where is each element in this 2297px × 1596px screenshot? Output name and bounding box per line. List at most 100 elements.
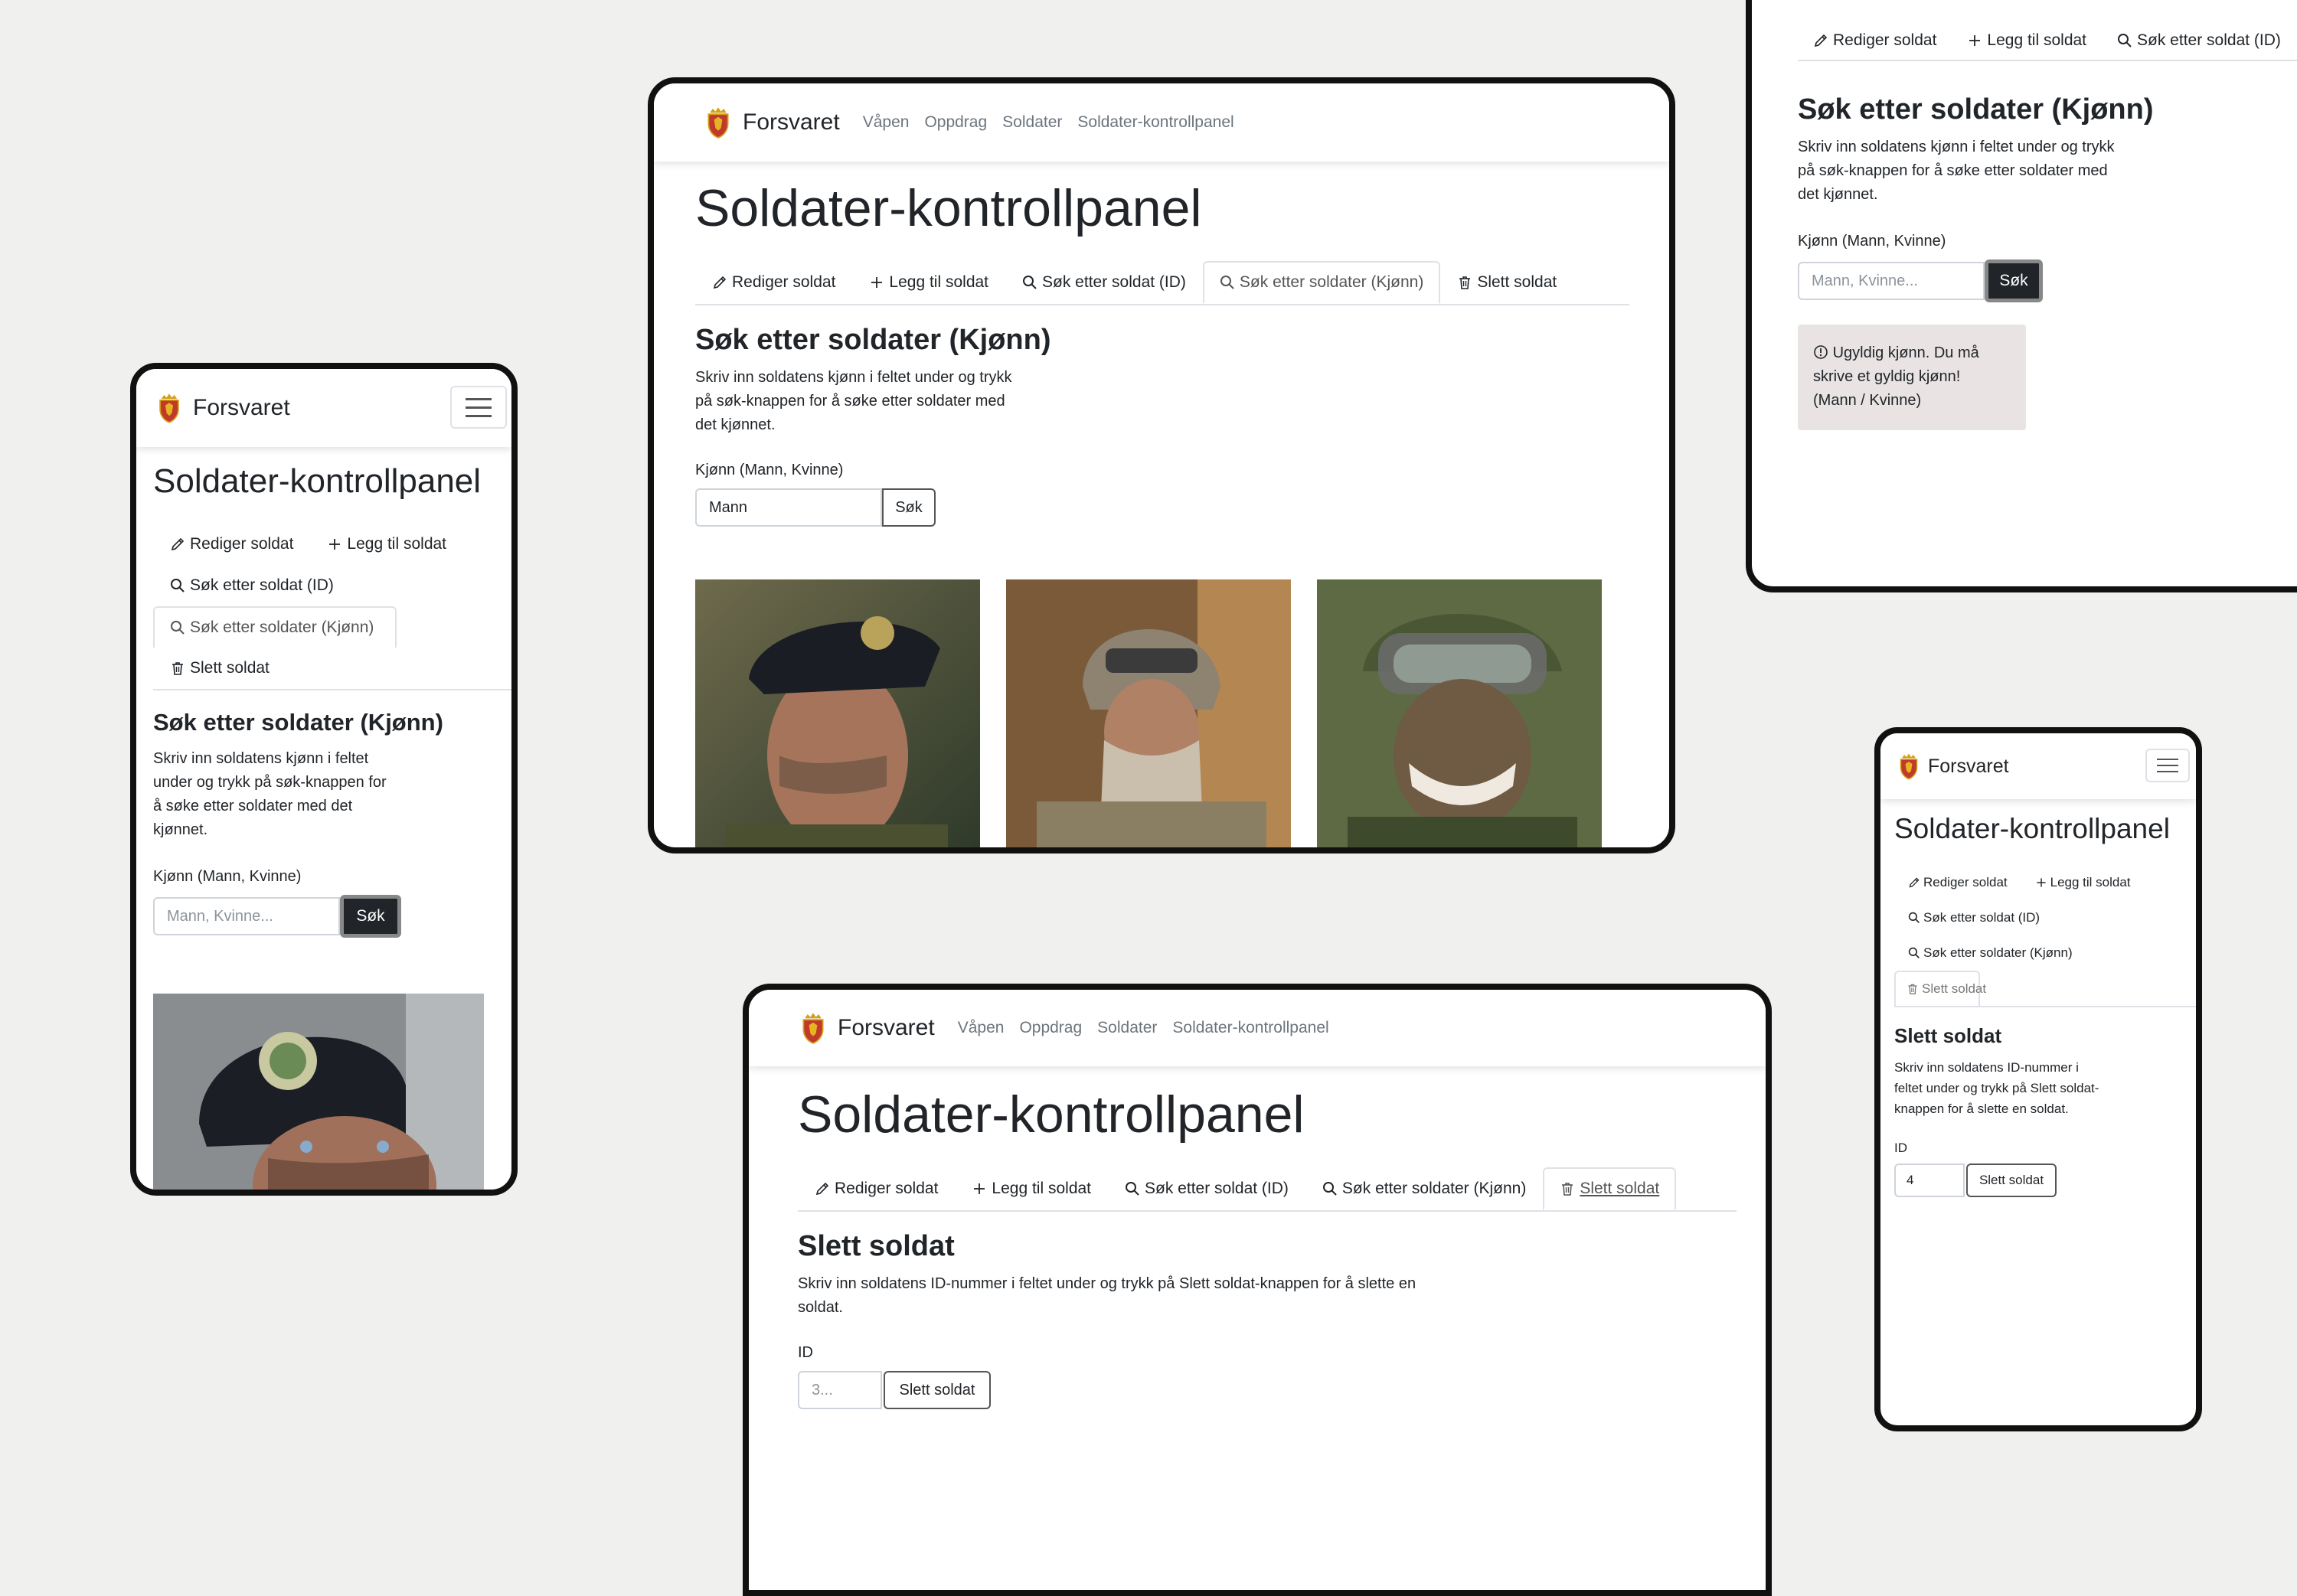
tab-add[interactable]: Legg til soldat: [2021, 865, 2145, 900]
section-heading: Søk etter soldater (Kjønn): [153, 709, 443, 736]
navbar: Forsvaret: [1880, 733, 2196, 799]
tab-search-id[interactable]: Søk etter soldat (ID): [153, 565, 511, 606]
device-frame-desktop-search: Forsvaret Våpen Oppdrag Soldater Soldate…: [648, 77, 1675, 853]
brand-name: Forsvaret: [838, 1015, 935, 1040]
section-heading: Søk etter soldater (Kjønn): [695, 324, 1051, 356]
trash-icon: [1457, 275, 1472, 290]
tab-search-id[interactable]: Søk etter soldat (ID): [1005, 261, 1203, 304]
gender-input[interactable]: Mann: [695, 488, 882, 527]
plus-icon: [2035, 876, 2047, 889]
tab-add[interactable]: Legg til soldat: [852, 261, 1005, 304]
gender-input[interactable]: Mann, Kvinne...: [153, 897, 340, 935]
gender-input[interactable]: Mann, Kvinne...: [1798, 262, 1985, 300]
navbar: Forsvaret: [136, 369, 511, 447]
nav-link-weapons[interactable]: Våpen: [958, 1019, 1005, 1037]
search-icon: [1125, 1181, 1140, 1196]
soldier-photo-2: [1006, 579, 1291, 847]
brand-name: Forsvaret: [193, 395, 290, 420]
navbar: Forsvaret Våpen Oppdrag Soldater Soldate…: [749, 990, 1766, 1066]
tab-edit[interactable]: Rediger soldat: [798, 1167, 955, 1210]
tab-add[interactable]: Legg til soldat: [1952, 21, 2102, 60]
section-description: Skriv inn soldatens kjønn i feltet under…: [695, 369, 1012, 433]
info-circle-icon: [1813, 344, 1828, 360]
tab-delete[interactable]: Slett soldat: [1894, 971, 1986, 1006]
tab-edit[interactable]: Rediger soldat: [1798, 21, 1952, 60]
tab-edit[interactable]: Rediger soldat: [695, 261, 852, 304]
device-frame-tablet-delete: Forsvaret Soldater-kontrollpanel Rediger…: [1874, 727, 2202, 1431]
section-description: Skriv inn soldatens ID-nummer i feltet u…: [1894, 1060, 2099, 1116]
search-icon: [1022, 275, 1037, 290]
delete-button[interactable]: Slett soldat: [884, 1371, 991, 1409]
soldier-photo-1: [695, 579, 980, 847]
tab-search-id[interactable]: Søk etter soldat (ID): [2102, 21, 2296, 60]
tab-delete[interactable]: Slett soldat: [1440, 261, 1573, 304]
crest-logo: [799, 1011, 827, 1045]
hamburger-icon: [466, 397, 492, 400]
tab-search-gender[interactable]: Søk etter soldater (Kjønn): [1894, 935, 2196, 971]
tab-edit[interactable]: Rediger soldat: [1894, 865, 2021, 900]
section-heading: Slett soldat: [1894, 1024, 2002, 1047]
page-title: Soldater-kontrollpanel: [798, 1085, 1305, 1144]
tab-edit[interactable]: Rediger soldat: [153, 524, 310, 565]
plus-icon: [869, 275, 884, 290]
crest-logo: [156, 392, 182, 424]
tab-bar: Rediger soldat Legg til soldat Søk etter…: [1798, 21, 2297, 61]
search-icon: [1908, 947, 1920, 959]
tab-search-gender[interactable]: Søk etter soldater (Kjønn): [1305, 1167, 1543, 1210]
section-description: Skriv inn soldatens ID-nummer i feltet u…: [798, 1275, 1416, 1316]
tab-delete[interactable]: Slett soldat: [1543, 1167, 1677, 1210]
brand-name: Forsvaret: [1928, 755, 2009, 777]
section-heading: Søk etter soldater (Kjønn): [1798, 93, 2154, 126]
id-input[interactable]: 4: [1894, 1164, 1965, 1197]
id-input[interactable]: 3...: [798, 1371, 882, 1409]
search-button[interactable]: Søk: [1985, 259, 2043, 302]
id-label: ID: [798, 1344, 813, 1361]
brand-name: Forsvaret: [743, 109, 840, 135]
crest-logo: [1897, 752, 1920, 780]
nav-link-soldiers[interactable]: Soldater: [1097, 1019, 1157, 1037]
pencil-icon: [815, 1181, 830, 1196]
tab-search-gender[interactable]: Søk etter soldater (Kjønn): [153, 606, 397, 648]
nav-link-missions[interactable]: Oppdrag: [924, 113, 987, 132]
search-button[interactable]: Søk: [882, 488, 936, 527]
menu-toggle-button[interactable]: [2145, 749, 2190, 782]
tab-bar: Rediger soldat Legg til soldat Søk etter…: [1894, 865, 2196, 1007]
tab-delete[interactable]: Slett soldat: [153, 648, 511, 689]
brand[interactable]: Forsvaret: [704, 106, 840, 139]
tab-search-id[interactable]: Søk etter soldat (ID): [1108, 1167, 1305, 1210]
tab-search-id[interactable]: Søk etter soldat (ID): [1894, 900, 2196, 935]
tab-add[interactable]: Legg til soldat: [310, 524, 463, 565]
gender-label: Kjønn (Mann, Kvinne): [1798, 233, 1946, 250]
tab-bar: Rediger soldat Legg til soldat Søk etter…: [153, 524, 511, 690]
crest-logo: [704, 106, 732, 139]
tab-add[interactable]: Legg til soldat: [955, 1167, 1108, 1210]
nav-link-weapons[interactable]: Våpen: [863, 113, 910, 132]
plus-icon: [1967, 33, 1982, 48]
navbar: Forsvaret Våpen Oppdrag Soldater Soldate…: [654, 83, 1669, 162]
plus-icon: [327, 537, 342, 552]
tab-bar: Rediger soldat Legg til soldat Søk etter…: [798, 1167, 1737, 1212]
nav-link-control-panel[interactable]: Soldater-kontrollpanel: [1172, 1019, 1328, 1037]
delete-button[interactable]: Slett soldat: [1966, 1164, 2057, 1197]
search-icon: [1322, 1181, 1338, 1196]
tab-search-gender[interactable]: Søk etter soldater (Kjønn): [1202, 261, 1441, 304]
brand[interactable]: Forsvaret: [156, 392, 290, 424]
id-label: ID: [1894, 1141, 1907, 1155]
section-heading: Slett soldat: [798, 1230, 955, 1262]
device-frame-mobile-search: Forsvaret Soldater-kontrollpanel Rediger…: [130, 363, 518, 1196]
trash-icon: [1907, 983, 1919, 995]
brand[interactable]: Forsvaret: [799, 1011, 935, 1045]
menu-toggle-button[interactable]: [450, 386, 507, 429]
device-frame-desktop-error: Rediger soldat Legg til soldat Søk etter…: [1746, 0, 2297, 592]
soldier-photo-female: [153, 994, 484, 1190]
nav-link-soldiers[interactable]: Soldater: [1002, 113, 1062, 132]
nav-link-control-panel[interactable]: Soldater-kontrollpanel: [1077, 113, 1233, 132]
page-title: Soldater-kontrollpanel: [695, 179, 1202, 237]
brand[interactable]: Forsvaret: [1897, 752, 2009, 780]
pencil-icon: [170, 537, 185, 552]
nav-link-missions[interactable]: Oppdrag: [1019, 1019, 1082, 1037]
search-button[interactable]: Søk: [340, 895, 401, 938]
gender-label: Kjønn (Mann, Kvinne): [695, 462, 844, 478]
page-title: Soldater-kontrollpanel: [1894, 813, 2170, 844]
page-title: Soldater-kontrollpanel: [153, 462, 482, 500]
